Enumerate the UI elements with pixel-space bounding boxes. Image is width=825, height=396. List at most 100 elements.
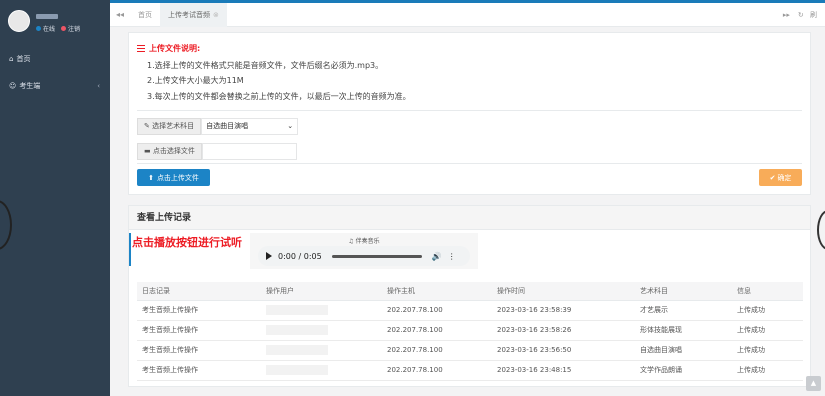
label-text: 选择艺术科目 [152, 122, 195, 130]
user-profile: 在线 注销 [8, 10, 80, 33]
cell-host: 202.207.78.100 [382, 340, 492, 361]
chevron-down-icon: ⌄ [287, 122, 294, 130]
edit-icon: ✎ [144, 122, 150, 130]
table-row: 考生音频上传操作 202.207.78.100 2023-03-16 23:58… [137, 320, 803, 341]
decorative-arc [0, 200, 12, 250]
volume-icon[interactable]: 🔊 [432, 252, 442, 261]
user-icon: ☺ [9, 82, 17, 90]
masked-user [266, 305, 328, 315]
cell-subject: 文学作品朗诵 [635, 360, 732, 381]
subject-select-group: ✎ 选择艺术科目 自选曲目演唱 ⌄ [137, 118, 299, 135]
player-time: 0:00 / 0:05 [278, 251, 322, 261]
notice-line: 2.上传文件大小最大为11M [147, 76, 244, 85]
sidebar-item-home[interactable]: ⌂ 首页 [0, 49, 110, 69]
audio-player[interactable]: 0:00 / 0:05 🔊 ⋮ [258, 246, 470, 266]
confirm-button[interactable]: ✔ 确定 [759, 169, 802, 186]
records-panel: 查看上传记录 点击播放按钮进行试听 ♫ 伴奏音乐 0:00 / 0:05 🔊 ⋮… [128, 205, 811, 387]
close-tab-icon[interactable]: ⊗ [213, 11, 219, 19]
notice-title: 上传文件说明: [137, 43, 200, 54]
cell-info: 上传成功 [732, 360, 803, 381]
play-icon[interactable] [266, 252, 272, 260]
file-name-field[interactable] [201, 143, 297, 160]
more-options-icon[interactable]: ⋮ [448, 252, 456, 261]
subject-select[interactable]: 自选曲目演唱 ⌄ [201, 118, 299, 135]
sidebar: 在线 注销 ⌂ 首页 ☺ 考生端 ‹ [0, 0, 110, 396]
tab-scroll-left-icon[interactable]: ◂◂ [110, 10, 130, 19]
player-title: ♫ 伴奏音乐 [250, 236, 478, 245]
subject-select-label: ✎ 选择艺术科目 [137, 118, 202, 135]
select-value: 自选曲目演唱 [206, 122, 249, 130]
cell-user [261, 340, 382, 361]
cell-host: 202.207.78.100 [382, 360, 492, 381]
button-label: 点击上传文件 [156, 173, 199, 182]
cell-user [261, 300, 382, 321]
play-hint: 点击播放按钮进行试听 [129, 233, 243, 266]
cell-info: 上传成功 [732, 340, 803, 361]
upload-icon: ⬆ [148, 173, 154, 182]
cell-host: 202.207.78.100 [382, 320, 492, 341]
column-header: 艺术科目 [635, 282, 732, 301]
refresh-button[interactable]: ↻ 刷 [794, 10, 825, 20]
music-icon: ♫ [348, 238, 354, 245]
user-name-masked [36, 14, 58, 19]
scroll-to-top-button[interactable]: ▲ [806, 376, 821, 391]
cell-time: 2023-03-16 23:58:26 [492, 320, 635, 341]
masked-user [266, 365, 328, 375]
divider [137, 163, 802, 164]
cell-host: 202.207.78.100 [382, 300, 492, 321]
table-row: 考生音频上传操作 202.207.78.100 2023-03-16 23:56… [137, 340, 803, 361]
cell-time: 2023-03-16 23:48:15 [492, 360, 635, 381]
choose-file-button[interactable]: ▬ 点击选择文件 [137, 143, 202, 160]
table-row: 考生音频上传操作 202.207.78.100 2023-03-16 23:58… [137, 300, 803, 321]
cell-subject: 形体技能展现 [635, 320, 732, 341]
cell-info: 上传成功 [732, 300, 803, 321]
online-status: 在线 [43, 26, 56, 33]
column-header: 操作用户 [261, 282, 382, 301]
tab-scroll-right-icon[interactable]: ▸▸ [779, 11, 794, 19]
tab-upload-audio[interactable]: 上传考试音频 ⊗ [160, 2, 227, 27]
notice-line: 3.每次上传的文件都会替换之前上传的文件，以最后一次上传的音频为准。 [147, 92, 411, 101]
chevron-left-icon: ‹ [97, 82, 100, 90]
list-icon [137, 45, 145, 52]
records-table: 日志记录 操作用户 操作主机 操作时间 艺术科目 信息 考生音频上传操作 202… [137, 282, 803, 381]
notice-line: 1.选择上传的文件格式只能是音频文件，文件后缀名必须为.mp3。 [147, 61, 384, 70]
refresh-label: 刷 [810, 11, 817, 19]
tab-home[interactable]: 首页 [130, 3, 160, 27]
masked-user [266, 345, 328, 355]
column-header: 日志记录 [137, 282, 261, 301]
tab-label: 上传考试音频 [168, 10, 210, 19]
button-label: 确定 [777, 173, 792, 182]
cell-log: 考生音频上传操作 [137, 340, 261, 361]
check-icon: ✔ [769, 173, 776, 182]
cell-log: 考生音频上传操作 [137, 300, 261, 321]
arrow-up-icon: ▲ [810, 379, 817, 387]
masked-user [266, 325, 328, 335]
column-header: 操作主机 [382, 282, 492, 301]
tab-bar: ◂◂ 首页 上传考试音频 ⊗ ▸▸ ↻ 刷 [110, 2, 825, 27]
table-header-row: 日志记录 操作用户 操作主机 操作时间 艺术科目 信息 [137, 282, 803, 301]
progress-track[interactable] [331, 254, 422, 258]
avatar[interactable] [8, 10, 30, 32]
upload-panel: 上传文件说明: 1.选择上传的文件格式只能是音频文件，文件后缀名必须为.mp3。… [128, 32, 811, 195]
logout-link[interactable]: 注销 [68, 24, 80, 33]
records-title: 查看上传记录 [129, 206, 810, 230]
cell-subject: 才艺展示 [635, 300, 732, 321]
table-row: 考生音频上传操作 202.207.78.100 2023-03-16 23:48… [137, 360, 803, 381]
cell-time: 2023-03-16 23:58:39 [492, 300, 635, 321]
file-input-group: ▬ 点击选择文件 [137, 143, 297, 160]
cell-info: 上传成功 [732, 320, 803, 341]
column-header: 操作时间 [492, 282, 635, 301]
audio-player-card: ♫ 伴奏音乐 0:00 / 0:05 🔊 ⋮ [250, 233, 478, 269]
notice-title-text: 上传文件说明: [149, 44, 201, 53]
folder-icon: ▬ [144, 147, 151, 155]
column-header: 信息 [732, 282, 803, 301]
upload-file-button[interactable]: ⬆ 点击上传文件 [137, 169, 210, 186]
logout-icon[interactable] [61, 26, 67, 31]
cell-user [261, 360, 382, 381]
sidebar-item-label: 考生端 [19, 82, 41, 90]
cell-log: 考生音频上传操作 [137, 320, 261, 341]
sidebar-item-candidate[interactable]: ☺ 考生端 ‹ [0, 76, 110, 96]
cell-time: 2023-03-16 23:56:50 [492, 340, 635, 361]
cell-log: 考生音频上传操作 [137, 360, 261, 381]
home-icon: ⌂ [9, 55, 14, 63]
